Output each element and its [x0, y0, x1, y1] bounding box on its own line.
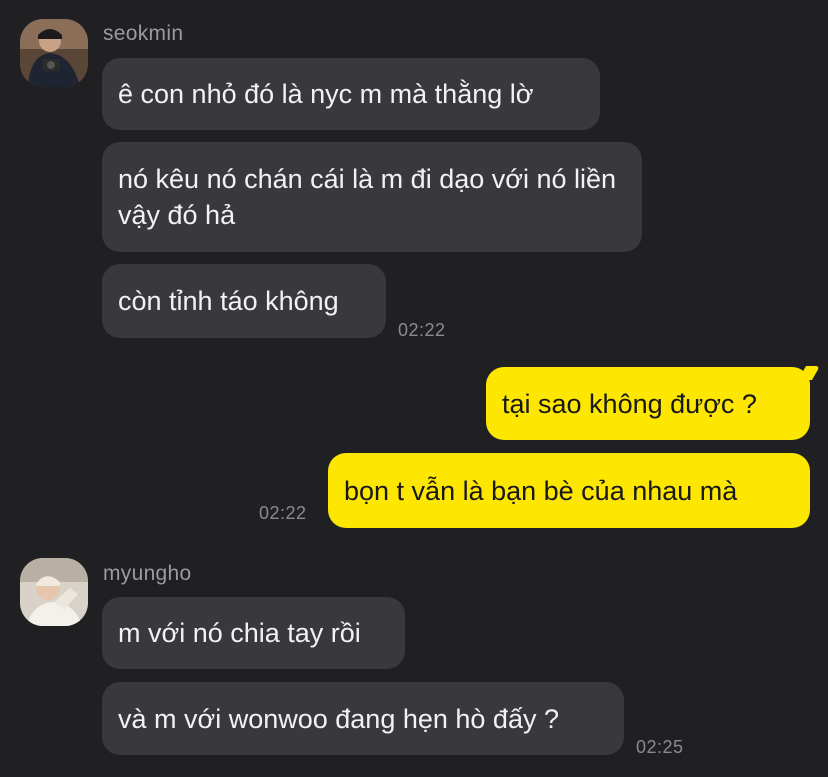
sender-name-myungho: myungho [103, 562, 192, 585]
message-text: nó kêu nó chán cái là m đi dạo với nó li… [118, 164, 617, 230]
message-bubble[interactable]: ê con nhỏ đó là nyc m mà thằng lờ [102, 58, 600, 130]
message-bubble[interactable]: và m với wonwoo đang hẹn hò đấy ? [102, 682, 624, 755]
message-bubble-outgoing[interactable]: bọn t vẫn là bạn bè của nhau mà [328, 453, 810, 528]
message-text: bọn t vẫn là bạn bè của nhau mà [344, 475, 738, 506]
message-text: ê con nhỏ đó là nyc m mà thằng lờ [118, 79, 534, 109]
avatar-seokmin[interactable] [20, 19, 88, 87]
message-bubble-outgoing[interactable]: tại sao không được ? [486, 367, 810, 440]
message-text: m với nó chia tay rồi [118, 618, 361, 648]
message-text: tại sao không được ? [502, 388, 757, 419]
message-timestamp: 02:22 [259, 503, 307, 523]
chat-thread[interactable]: seokmin ê con nhỏ đó là nyc m mà thằng l… [0, 0, 828, 777]
message-text: còn tỉnh táo không [118, 286, 339, 316]
message-bubble[interactable]: còn tỉnh táo không [102, 264, 386, 338]
sender-name-seokmin: seokmin [103, 22, 184, 45]
avatar-myungho[interactable] [20, 558, 88, 626]
message-bubble[interactable]: m với nó chia tay rồi [102, 597, 405, 669]
message-timestamp: 02:25 [636, 737, 684, 757]
message-timestamp: 02:22 [398, 320, 446, 340]
message-bubble[interactable]: nó kêu nó chán cái là m đi dạo với nó li… [102, 142, 642, 252]
message-text: và m với wonwoo đang hẹn hò đấy ? [118, 703, 559, 734]
